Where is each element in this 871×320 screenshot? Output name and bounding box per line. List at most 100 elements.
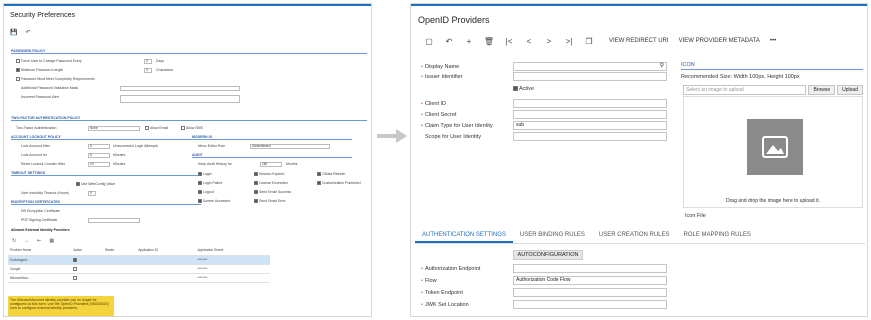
complexity-checkbox[interactable] <box>16 77 20 82</box>
tfa-label: Two-Factor Authentication <box>16 126 57 130</box>
audit-email-success-checkbox[interactable] <box>254 190 258 195</box>
row-active-checkbox[interactable] <box>73 257 78 262</box>
keep-history-input[interactable]: 180 <box>260 162 282 167</box>
col-realm[interactable]: Realm <box>103 246 137 256</box>
upload-button[interactable]: Upload <box>837 85 863 95</box>
audit-email-error-checkbox[interactable] <box>254 199 258 204</box>
col-provider-name[interactable]: Provider Name <box>8 246 72 256</box>
row-provider: Google <box>8 264 72 274</box>
audit-login-label: Login <box>203 172 212 176</box>
audit-session-expired-checkbox[interactable] <box>254 172 258 177</box>
undo-icon[interactable]: ↶ <box>25 29 30 36</box>
more-options-button[interactable]: ••• <box>770 38 776 44</box>
col-active[interactable]: Active <box>71 246 104 256</box>
audit-license: License Exceeded <box>254 181 288 186</box>
audit-login-failed-checkbox[interactable] <box>198 181 202 186</box>
row-realm <box>103 273 137 283</box>
audit-customization-checkbox[interactable] <box>317 181 321 186</box>
display-name-input[interactable]: ⚲ <box>513 62 667 71</box>
days-label: Days <box>156 59 164 63</box>
select-image-input[interactable]: Select an image to upload <box>683 85 807 95</box>
add-icon[interactable]: + <box>459 37 479 46</box>
audit-logout-label: Logout <box>203 190 214 194</box>
undo-icon[interactable]: ↶ <box>439 37 459 46</box>
icon-file-label: Icon File <box>685 213 706 219</box>
auth-endpoint-input[interactable] <box>513 264 667 273</box>
tfa-select[interactable]: None <box>88 126 140 131</box>
fit-icon[interactable]: ⇤ <box>37 238 41 244</box>
token-endpoint-label: • Token Endpoint <box>421 290 463 296</box>
allow-sms-row: Allow SMS <box>181 126 203 131</box>
audit-logout-checkbox[interactable] <box>198 190 202 195</box>
save-icon[interactable]: ▢ <box>419 37 439 46</box>
claim-type-input[interactable]: sub <box>513 121 667 130</box>
min-length-input[interactable]: 3 <box>144 68 152 73</box>
last-record-icon[interactable]: >| <box>559 37 579 46</box>
flow-select[interactable]: Authorization Code Flow <box>513 276 667 285</box>
active-checkbox[interactable] <box>513 86 518 92</box>
scope-input[interactable] <box>513 132 667 141</box>
view-provider-metadata-button[interactable]: VIEW PROVIDER METADATA <box>679 38 760 44</box>
audit-login: Login <box>198 172 212 177</box>
force-change-input[interactable]: 0 <box>144 59 152 64</box>
search-icon[interactable]: ⚲ <box>660 63 664 70</box>
issuer-input[interactable] <box>513 72 667 81</box>
autoconfiguration-button[interactable]: AUTOCONFIGURATION <box>513 250 583 260</box>
min-length-checkbox[interactable] <box>16 68 20 73</box>
allow-sms-label: Allow SMS <box>186 126 203 130</box>
first-record-icon[interactable]: |< <box>499 37 519 46</box>
tab-user-binding-rules[interactable]: USER BINDING RULES <box>513 228 592 243</box>
arrows-icon[interactable]: ↔ <box>24 238 29 244</box>
next-icon[interactable]: > <box>539 37 559 46</box>
audit-login-checkbox[interactable] <box>198 172 202 177</box>
previous-icon[interactable]: < <box>519 37 539 46</box>
table-row[interactable]: ExchangeId... ******** <box>8 255 270 265</box>
left-toolbar: 💾 ↶ <box>10 29 31 36</box>
lock-for-input[interactable]: 5 <box>88 153 110 158</box>
incorrect-alert-input[interactable] <box>120 95 240 103</box>
validation-mask-input[interactable] <box>120 86 240 91</box>
reset-input[interactable]: 10 <box>88 162 110 167</box>
force-change-row: Force User to Change Password Every <box>16 59 82 64</box>
audit-email-success: Send Email Success <box>254 190 292 195</box>
token-endpoint-input[interactable] <box>513 288 667 297</box>
refresh-icon[interactable]: ↻ <box>12 238 16 244</box>
row-active-checkbox[interactable] <box>73 275 78 280</box>
tab-user-creation-rules[interactable]: USER CREATION RULES <box>592 228 677 243</box>
client-secret-input[interactable] <box>513 110 667 119</box>
audit-email-error-label: Send Email Error <box>259 199 286 203</box>
jwk-input[interactable] <box>513 300 667 309</box>
tab-role-mapping-rules[interactable]: ROLE MAPPING RULES <box>677 228 758 243</box>
use-webconfig-checkbox[interactable] <box>76 182 80 187</box>
lock-after-input[interactable]: 5 <box>88 144 110 149</box>
col-application-secret[interactable]: Application Secret <box>195 246 270 256</box>
delete-icon[interactable]: 🗑 <box>479 37 499 46</box>
allow-sms-checkbox[interactable] <box>181 126 185 131</box>
pdf-cert-select[interactable] <box>88 218 140 223</box>
copy-icon[interactable]: ❐ <box>579 37 599 46</box>
section-password-policy: PASSWORD POLICY <box>11 49 367 54</box>
table-row[interactable]: Google ******** <box>8 264 270 274</box>
save-icon[interactable]: 💾 <box>10 29 17 36</box>
tab-authentication-settings[interactable]: AUTHENTICATION SETTINGS <box>415 228 513 243</box>
force-change-checkbox[interactable] <box>16 59 20 64</box>
image-drop-zone[interactable]: Drag and drop the image here to upload i… <box>683 96 863 208</box>
openid-providers-panel: OpenID Providers ▢ ↶ + 🗑 |< < > >| ❐ VIE… <box>410 3 868 317</box>
inactivity-input[interactable]: 0 <box>88 191 96 196</box>
audit-customization-label: Customization Published <box>322 181 361 185</box>
audit-screen-accessed-checkbox[interactable] <box>198 199 202 204</box>
section-encryption: ENCRYPTION CERTIFICATES <box>11 200 201 205</box>
audit-odata-checkbox[interactable] <box>317 172 321 177</box>
view-redirect-uri-button[interactable]: VIEW REDIRECT URI <box>609 38 669 44</box>
row-active-checkbox[interactable] <box>73 266 78 271</box>
audit-session-expired-label: Session Expired <box>259 172 285 176</box>
client-id-input[interactable] <box>513 99 667 108</box>
audit-license-checkbox[interactable] <box>254 181 258 186</box>
menu-editor-select[interactable]: Administrator <box>250 144 330 149</box>
audit-email-success-label: Send Email Success <box>259 190 292 194</box>
export-icon[interactable]: ▦ <box>49 238 54 244</box>
allow-email-checkbox[interactable] <box>145 126 149 131</box>
table-row[interactable]: MicrosoftAcc... ******** <box>8 273 270 283</box>
browse-button[interactable]: Browse <box>808 85 836 95</box>
col-application-id[interactable]: Application ID <box>136 246 196 256</box>
